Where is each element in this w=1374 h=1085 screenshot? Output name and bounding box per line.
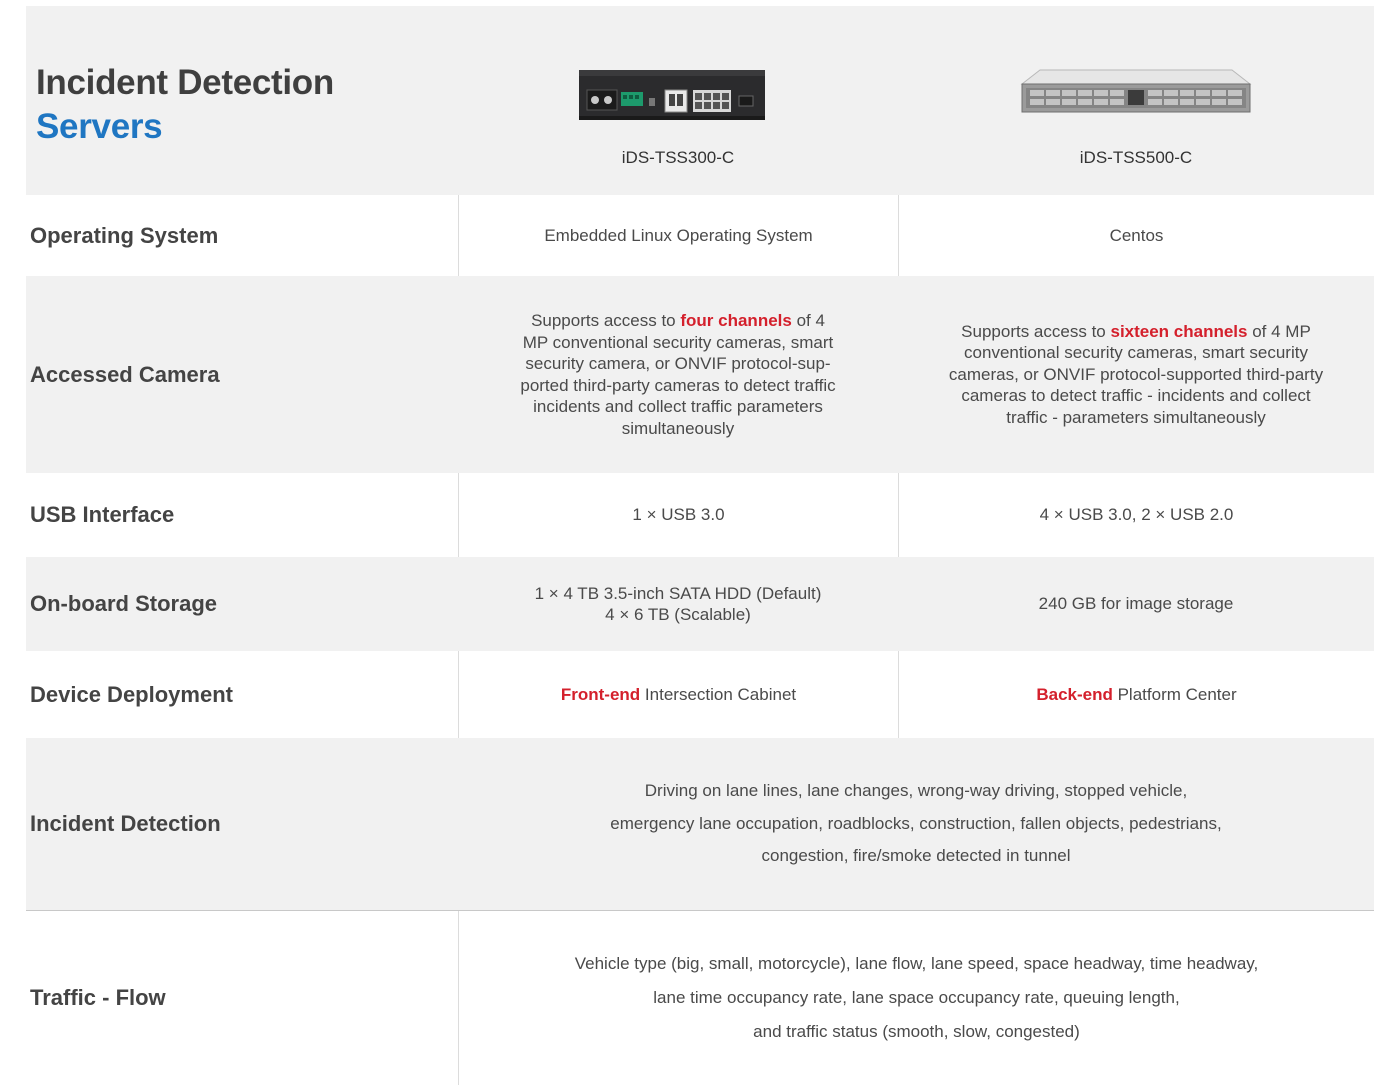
text-segment: Supports access to — [531, 311, 681, 330]
cell-tss300: Supports access to four channels of 4 MP… — [458, 276, 898, 473]
row-device-deployment: Device Deployment Front-end Intersection… — [26, 651, 1374, 738]
row-usb-interface: USB Interface 1 × USB 3.0 4 × USB 3.0, 2… — [26, 473, 1374, 557]
cell-tss500: 240 GB for image storage — [1038, 594, 1234, 614]
page-title: Incident Detection Servers — [36, 61, 334, 149]
row-label: Device Deployment — [30, 681, 233, 707]
text-line: security camera, or ONVIF protocol-sup- — [525, 354, 831, 373]
text-line: congestion, fire/smoke detected in tunne… — [761, 846, 1071, 866]
text-line: 1 × 4 TB 3.5-inch SATA HDD (Default) — [534, 583, 822, 603]
row-label: Traffic - Flow — [30, 985, 166, 1010]
row-label: USB Interface — [30, 502, 175, 527]
text-line: MP conventional security cameras, smart — [522, 332, 834, 352]
text-line: lane time occupancy rate, lane space occ… — [653, 988, 1180, 1007]
title-line-2: Servers — [36, 107, 163, 146]
cell-merged: Vehicle type (big, small, motorcycle), l… — [458, 911, 1374, 1085]
row-incident-detection: Incident Detection Driving on lane lines… — [26, 738, 1374, 911]
title-line-1: Incident Detection — [36, 63, 334, 102]
cell-tss300: Front-end Intersection Cabinet — [458, 651, 898, 738]
cell-tss300: Embedded Linux Operating System — [458, 195, 898, 276]
compact-server-device-image — [579, 70, 765, 120]
text-segment: of 4 — [791, 311, 825, 330]
text-line: and traffic status (smooth, slow, conges… — [753, 1022, 1080, 1041]
product-name-2: iDS-TSS500-C — [1079, 148, 1193, 167]
row-label: On-board Storage — [30, 591, 218, 616]
cell-tss300: 1 × 4 TB 3.5-inch SATA HDD (Default) 4 ×… — [458, 557, 898, 651]
row-operating-system: Operating System Embedded Linux Operatin… — [26, 195, 1374, 276]
row-onboard-storage: On-board Storage 1 × 4 TB 3.5-inch SATA … — [26, 557, 1374, 651]
text-segment: Platform Center — [1112, 684, 1237, 704]
text-line: Vehicle type (big, small, motorcycle), l… — [574, 954, 1259, 973]
row-label: Incident Detection — [30, 811, 221, 836]
text-line: cameras, or ONVIF protocol-supported thi… — [948, 364, 1324, 384]
highlight-text: four channels — [680, 311, 792, 330]
text-line: cameras to detect traffic - incidents an… — [961, 386, 1311, 406]
row-accessed-camera: Accessed Camera Supports access to four … — [26, 276, 1374, 473]
cell-tss300: 1 × USB 3.0 — [458, 473, 898, 557]
highlight-text: Back-end — [1036, 684, 1113, 704]
rack-server-device-image — [1020, 69, 1252, 113]
cell-tss500: Centos — [898, 195, 1374, 276]
text-line: traffic - parameters simultaneously — [1006, 407, 1266, 427]
text-segment: of 4 MP — [1247, 321, 1311, 341]
row-traffic-flow: Traffic - Flow Vehicle type (big, small,… — [26, 911, 1374, 1085]
text-line: ported third-party cameras to detect tra… — [520, 375, 836, 395]
cell-tss500: Back-end Platform Center — [898, 651, 1374, 738]
cell-tss500: Supports access to sixteen channels of 4… — [898, 276, 1374, 473]
row-label: Accessed Camera — [30, 361, 220, 387]
product-column-2: iDS-TSS500-C — [898, 6, 1374, 195]
product-name-1: iDS-TSS300-C — [621, 148, 735, 167]
product-column-1: iDS-TSS300-C — [458, 6, 898, 195]
text-line: emergency lane occupation, roadblocks, c… — [610, 813, 1222, 833]
highlight-text: Front-end — [560, 684, 641, 704]
text-line: simultaneously — [621, 418, 735, 438]
row-label: Operating System — [30, 222, 219, 248]
spec-table: Incident Detection Servers iDS-TSS300-C … — [26, 6, 1374, 1085]
cell-merged: Driving on lane lines, lane changes, wro… — [458, 738, 1374, 910]
text-line: incidents and collect traffic parameters — [533, 397, 823, 416]
highlight-text: sixteen channels — [1110, 321, 1248, 341]
text-line: conventional security cameras, smart sec… — [964, 343, 1308, 363]
cell-tss500: 4 × USB 3.0, 2 × USB 2.0 — [898, 473, 1374, 557]
text-line: 4 × 6 TB (Scalable) — [605, 605, 751, 624]
text-segment: Supports access to — [961, 321, 1111, 341]
text-segment: Intersection Cabinet — [640, 684, 797, 704]
table-header: Incident Detection Servers iDS-TSS300-C … — [26, 6, 1374, 195]
text-line: Driving on lane lines, lane changes, wro… — [644, 781, 1188, 801]
